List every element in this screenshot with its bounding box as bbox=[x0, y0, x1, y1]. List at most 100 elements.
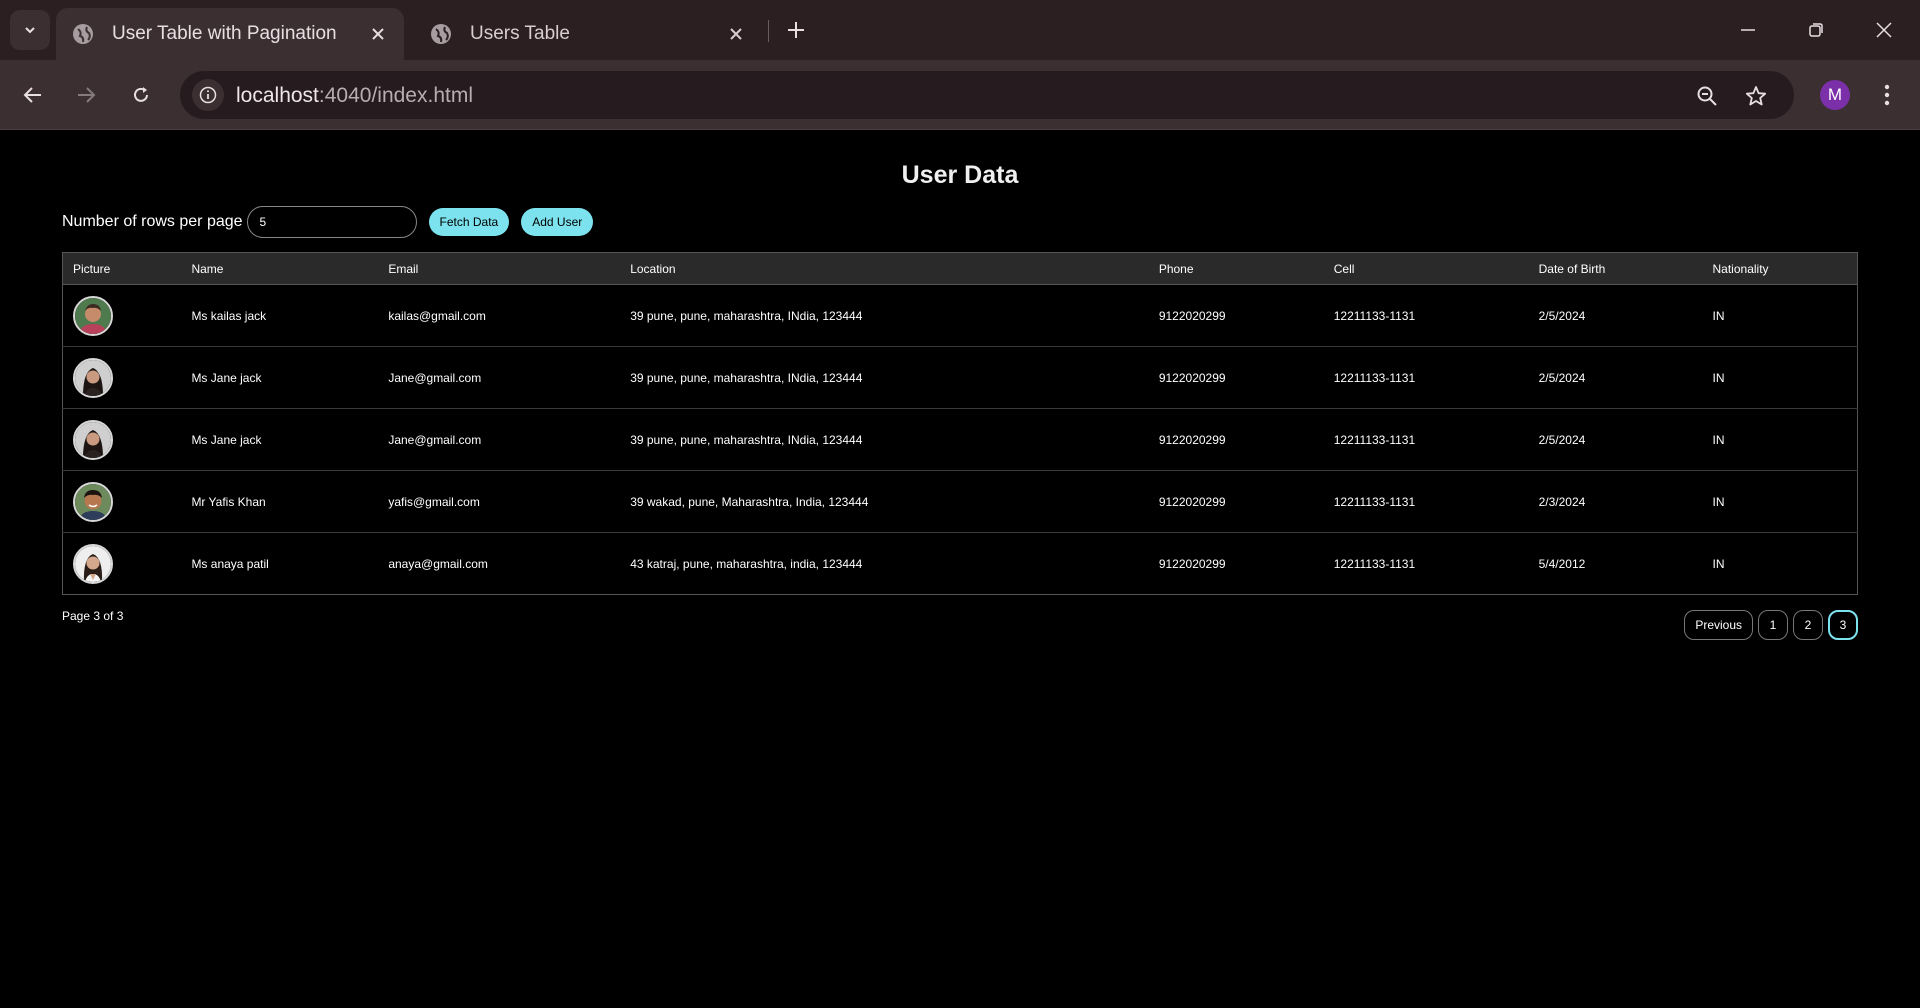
new-tab-button[interactable] bbox=[780, 14, 812, 46]
avatar bbox=[73, 543, 113, 584]
browser-menu-button[interactable] bbox=[1872, 80, 1902, 110]
close-icon bbox=[1876, 22, 1892, 38]
location-cell: 39 wakad, pune, Maharashtra, India, 1234… bbox=[620, 470, 1149, 533]
nationality-cell: IN bbox=[1702, 408, 1858, 471]
forward-button[interactable] bbox=[68, 77, 104, 113]
dob-cell: 2/5/2024 bbox=[1528, 346, 1703, 409]
table-header-row: Picture Name Email Location Phone Cell D… bbox=[62, 252, 1858, 285]
page-button-3[interactable]: 3 bbox=[1828, 610, 1858, 640]
page-button-2[interactable]: 2 bbox=[1793, 610, 1823, 640]
arrow-left-icon bbox=[23, 87, 41, 103]
restore-icon bbox=[1809, 23, 1823, 37]
globe-icon bbox=[431, 24, 451, 44]
dob-cell: 5/4/2012 bbox=[1528, 532, 1703, 595]
nationality-cell: IN bbox=[1702, 284, 1858, 347]
nationality-cell: IN bbox=[1702, 470, 1858, 533]
profile-avatar[interactable]: M bbox=[1820, 80, 1850, 110]
page-content: User Data Number of rows per page Fetch … bbox=[0, 131, 1920, 1008]
name-cell: Ms anaya patil bbox=[181, 532, 379, 595]
cell-number-cell: 12211133-1131 bbox=[1323, 284, 1529, 347]
restore-button[interactable] bbox=[1798, 14, 1834, 46]
previous-page-button[interactable]: Previous bbox=[1684, 610, 1753, 640]
location-cell: 39 pune, pune, maharashtra, INdia, 12344… bbox=[620, 346, 1149, 409]
pagination: Previous 1 2 3 bbox=[1684, 610, 1858, 640]
close-window-button[interactable] bbox=[1866, 14, 1902, 46]
email-cell: kailas@gmail.com bbox=[378, 284, 621, 347]
dob-cell: 2/3/2024 bbox=[1528, 470, 1703, 533]
url-text[interactable]: localhost:4040/index.html bbox=[236, 84, 473, 108]
picture-cell bbox=[62, 284, 182, 347]
arrow-right-icon bbox=[78, 87, 96, 103]
more-vert-icon bbox=[1884, 84, 1890, 106]
tab-divider bbox=[768, 20, 769, 42]
avatar bbox=[73, 357, 113, 398]
phone-cell: 9122020299 bbox=[1148, 470, 1324, 533]
column-header: Email bbox=[378, 252, 621, 285]
bookmark-button[interactable] bbox=[1743, 83, 1769, 109]
name-cell: Ms Jane jack bbox=[181, 346, 379, 409]
user-table: Picture Name Email Location Phone Cell D… bbox=[62, 252, 1858, 595]
phone-cell: 9122020299 bbox=[1148, 532, 1324, 595]
column-header: Name bbox=[181, 252, 379, 285]
name-cell: Mr Yafis Khan bbox=[181, 470, 379, 533]
browser-toolbar: localhost:4040/index.html M bbox=[0, 60, 1920, 130]
tab-title: Users Table bbox=[470, 23, 570, 44]
star-icon bbox=[1745, 86, 1767, 106]
avatar bbox=[73, 295, 113, 336]
column-header: Date of Birth bbox=[1528, 252, 1703, 285]
cell-number-cell: 12211133-1131 bbox=[1323, 346, 1529, 409]
minimize-button[interactable] bbox=[1730, 14, 1766, 46]
picture-cell bbox=[62, 408, 182, 471]
tab-title: User Table with Pagination bbox=[112, 23, 337, 44]
tab-user-table[interactable]: User Table with Pagination bbox=[56, 8, 404, 60]
column-header: Nationality bbox=[1702, 252, 1858, 285]
column-header: Picture bbox=[62, 252, 182, 285]
table-row: Ms kailas jack kailas@gmail.com 39 pune,… bbox=[62, 284, 1858, 347]
picture-cell bbox=[62, 346, 182, 409]
rows-per-page-label: Number of rows per page bbox=[62, 213, 243, 230]
page-info: Page 3 of 3 bbox=[62, 609, 124, 623]
avatar bbox=[73, 481, 113, 522]
cell-number-cell: 12211133-1131 bbox=[1323, 470, 1529, 533]
chevron-down-icon bbox=[25, 27, 35, 34]
location-cell: 43 katraj, pune, maharashtra, india, 123… bbox=[620, 532, 1149, 595]
location-cell: 39 pune, pune, maharashtra, INdia, 12344… bbox=[620, 284, 1149, 347]
rows-per-page-input[interactable] bbox=[246, 206, 417, 238]
dob-cell: 2/5/2024 bbox=[1528, 408, 1703, 471]
add-user-button[interactable]: Add User bbox=[521, 208, 594, 236]
table-row: Ms anaya patil anaya@gmail.com 43 katraj… bbox=[62, 532, 1858, 595]
avatar bbox=[73, 419, 113, 460]
email-cell: anaya@gmail.com bbox=[378, 532, 621, 595]
info-icon bbox=[199, 86, 217, 104]
tab-search-button[interactable] bbox=[10, 10, 50, 50]
nationality-cell: IN bbox=[1702, 532, 1858, 595]
site-info-button[interactable] bbox=[192, 79, 224, 111]
tab-users-table[interactable]: Users Table bbox=[414, 8, 762, 60]
fetch-data-button[interactable]: Fetch Data bbox=[428, 208, 510, 236]
email-cell: Jane@gmail.com bbox=[378, 408, 621, 471]
page-title: User Data bbox=[901, 161, 1019, 189]
name-cell: Ms Jane jack bbox=[181, 408, 379, 471]
url-host: localhost bbox=[236, 84, 319, 107]
url-path: :4040/index.html bbox=[318, 84, 473, 107]
email-cell: yafis@gmail.com bbox=[378, 470, 621, 533]
picture-cell bbox=[62, 470, 182, 533]
phone-cell: 9122020299 bbox=[1148, 408, 1324, 471]
cell-number-cell: 12211133-1131 bbox=[1323, 408, 1529, 471]
column-header: Location bbox=[620, 252, 1149, 285]
address-bar[interactable]: localhost:4040/index.html bbox=[180, 71, 1794, 119]
close-tab-icon[interactable] bbox=[368, 24, 388, 44]
table-row: Ms Jane jack Jane@gmail.com 39 pune, pun… bbox=[62, 408, 1858, 471]
zoom-button[interactable] bbox=[1694, 83, 1720, 109]
reload-button[interactable] bbox=[123, 77, 159, 113]
globe-icon bbox=[73, 24, 93, 44]
column-header: Cell bbox=[1323, 252, 1529, 285]
tab-strip: User Table with Pagination Users Table bbox=[0, 0, 1920, 60]
table-row: Mr Yafis Khan yafis@gmail.com 39 wakad, … bbox=[62, 470, 1858, 533]
page-button-1[interactable]: 1 bbox=[1758, 610, 1788, 640]
back-button[interactable] bbox=[15, 77, 51, 113]
location-cell: 39 pune, pune, maharashtra, INdia, 12344… bbox=[620, 408, 1149, 471]
minimize-icon bbox=[1741, 29, 1755, 31]
close-tab-icon[interactable] bbox=[726, 24, 746, 44]
phone-cell: 9122020299 bbox=[1148, 346, 1324, 409]
